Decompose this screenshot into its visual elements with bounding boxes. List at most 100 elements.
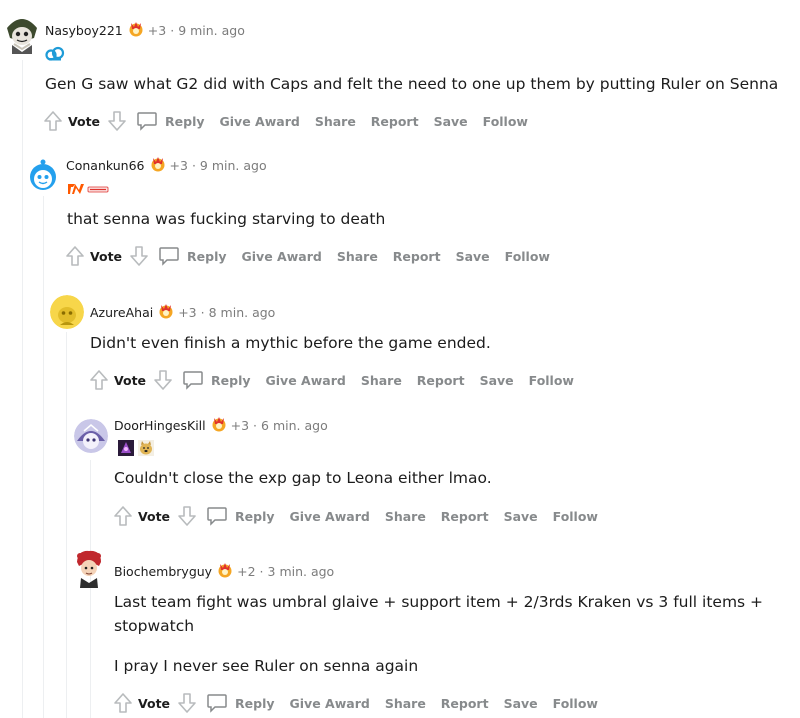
upvote-icon[interactable]: [112, 505, 134, 527]
upvote-icon[interactable]: [88, 369, 110, 391]
separator: ·: [191, 157, 196, 173]
comment-body-line: Last team fight was umbral glaive + supp…: [114, 593, 764, 611]
username[interactable]: DoorHingesKill: [114, 418, 206, 433]
award-icon[interactable]: [216, 561, 234, 582]
reply-label: Reply: [235, 508, 275, 524]
timestamp[interactable]: 3 min. ago: [268, 564, 335, 579]
avatar[interactable]: [74, 419, 108, 453]
reply-button[interactable]: Reply: [136, 111, 205, 131]
vote-count: Vote: [114, 372, 147, 388]
share-button[interactable]: Share: [385, 509, 426, 524]
comment-body: Couldn't close the exp gap to Leona eith…: [114, 469, 492, 487]
share-button[interactable]: Share: [385, 696, 426, 711]
share-button[interactable]: Share: [337, 249, 378, 264]
save-button[interactable]: Save: [504, 509, 538, 524]
save-button[interactable]: Save: [504, 696, 538, 711]
comment-actions: Vote Reply Give Award Share Report Save …: [112, 503, 613, 529]
comment-icon: [159, 247, 179, 266]
comment-body: Didn't even finish a mythic before the g…: [90, 334, 491, 352]
username[interactable]: Biochembryguy: [114, 564, 212, 579]
share-button[interactable]: Share: [361, 373, 402, 388]
follow-button[interactable]: Follow: [483, 114, 528, 129]
thread-line[interactable]: [66, 332, 67, 718]
award-icon[interactable]: [157, 302, 175, 323]
award-icon[interactable]: [210, 415, 228, 436]
comment-actions: Vote Reply Give Award Share Report Save …: [42, 108, 543, 134]
comment-icon: [183, 371, 203, 390]
give-award-button[interactable]: Give Award: [290, 509, 370, 524]
give-award-button[interactable]: Give Award: [266, 373, 346, 388]
share-button[interactable]: Share: [315, 114, 356, 129]
champion-flair-icon: [118, 440, 134, 456]
avatar[interactable]: [50, 295, 84, 329]
thread-line[interactable]: [90, 460, 91, 718]
follow-button[interactable]: Follow: [529, 373, 574, 388]
report-button[interactable]: Report: [441, 696, 489, 711]
comment-body-paragraph: I pray I never see Ruler on senna again: [114, 657, 419, 675]
downvote-icon[interactable]: [152, 369, 174, 391]
comment-actions: Vote Reply Give Award Share Report Save …: [112, 690, 613, 716]
downvote-icon[interactable]: [176, 505, 198, 527]
reply-button[interactable]: Reply: [158, 246, 227, 266]
give-award-button[interactable]: Give Award: [220, 114, 300, 129]
award-count: +3: [169, 157, 188, 173]
user-flair: [118, 439, 154, 456]
report-button[interactable]: Report: [441, 509, 489, 524]
reply-label: Reply: [235, 695, 275, 711]
separator: ·: [200, 304, 205, 320]
separator: ·: [170, 22, 175, 38]
avatar[interactable]: [26, 158, 60, 192]
report-button[interactable]: Report: [393, 249, 441, 264]
reply-button[interactable]: Reply: [206, 693, 275, 713]
comment-body: Gen G saw what G2 did with Caps and felt…: [45, 75, 779, 93]
report-button[interactable]: Report: [371, 114, 419, 129]
report-button[interactable]: Report: [417, 373, 465, 388]
timestamp[interactable]: 8 min. ago: [209, 305, 276, 320]
reply-label: Reply: [211, 372, 251, 388]
comment-actions: Vote Reply Give Award Share Report Save …: [64, 243, 565, 269]
vote-count: Vote: [138, 508, 171, 524]
comment-icon: [207, 507, 227, 526]
reply-button[interactable]: Reply: [206, 506, 275, 526]
comment-icon: [137, 112, 157, 131]
give-award-button[interactable]: Give Award: [242, 249, 322, 264]
award-count: +2: [237, 563, 256, 579]
avatar[interactable]: [74, 548, 104, 588]
downvote-icon[interactable]: [176, 692, 198, 714]
save-button[interactable]: Save: [434, 114, 468, 129]
comment-meta: DoorHingesKill +3 · 6 min. ago: [114, 415, 328, 435]
award-icon[interactable]: [127, 20, 145, 41]
downvote-icon[interactable]: [128, 245, 150, 267]
reply-label: Reply: [187, 248, 227, 264]
username[interactable]: Conankun66: [66, 158, 145, 173]
timestamp[interactable]: 9 min. ago: [200, 158, 267, 173]
thread-line[interactable]: [22, 60, 23, 718]
give-award-button[interactable]: Give Award: [290, 696, 370, 711]
upvote-icon[interactable]: [112, 692, 134, 714]
follow-button[interactable]: Follow: [553, 696, 598, 711]
follow-button[interactable]: Follow: [553, 509, 598, 524]
comment-meta: Conankun66 +3 · 9 min. ago: [66, 155, 267, 175]
avatar[interactable]: [4, 14, 40, 54]
timestamp[interactable]: 9 min. ago: [178, 23, 245, 38]
upvote-icon[interactable]: [64, 245, 86, 267]
save-button[interactable]: Save: [480, 373, 514, 388]
vote-count: Vote: [68, 113, 101, 129]
thread-line[interactable]: [43, 196, 44, 718]
vote-count: Vote: [138, 695, 171, 711]
reply-label: Reply: [165, 113, 205, 129]
save-button[interactable]: Save: [456, 249, 490, 264]
username[interactable]: AzureAhai: [90, 305, 153, 320]
user-flair: [67, 180, 109, 196]
comment-meta: Nasyboy221 +3 · 9 min. ago: [45, 20, 245, 40]
comment-actions: Vote Reply Give Award Share Report Save …: [88, 367, 589, 393]
comment-meta: AzureAhai +3 · 8 min. ago: [90, 302, 275, 322]
award-icon[interactable]: [149, 155, 167, 176]
award-count: +3: [147, 22, 167, 38]
timestamp[interactable]: 6 min. ago: [261, 418, 328, 433]
reply-button[interactable]: Reply: [182, 370, 251, 390]
upvote-icon[interactable]: [42, 110, 64, 132]
downvote-icon[interactable]: [106, 110, 128, 132]
username[interactable]: Nasyboy221: [45, 23, 123, 38]
follow-button[interactable]: Follow: [505, 249, 550, 264]
